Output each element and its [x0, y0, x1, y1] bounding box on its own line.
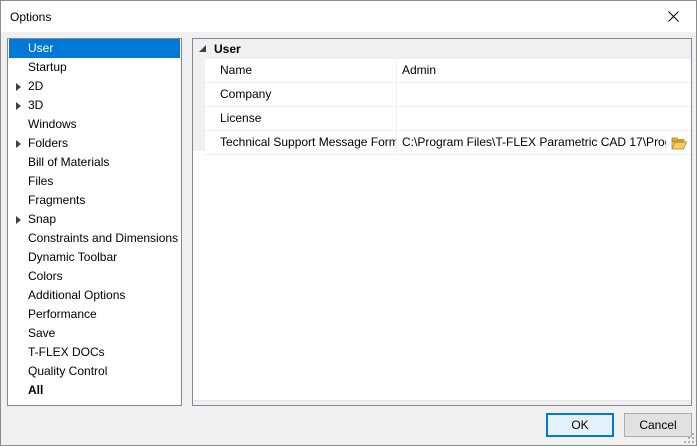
resize-grip-icon[interactable] — [684, 433, 694, 443]
expand-arrow-icon[interactable] — [14, 77, 22, 96]
expand-arrow-icon[interactable] — [14, 96, 22, 115]
property-value-text: C:\Program Files\T-FLEX Parametric CAD 1… — [402, 135, 666, 149]
tree-item-quality-control[interactable]: Quality Control — [8, 362, 181, 381]
tree-item-all[interactable]: All — [8, 381, 181, 400]
tree-item-files[interactable]: Files — [8, 172, 181, 191]
tree-item-t-flex-docs[interactable]: T-FLEX DOCs — [8, 343, 181, 362]
tree-item-label: Snap — [28, 212, 57, 226]
tree-item-snap[interactable]: Snap — [8, 210, 181, 229]
grid-category-label: User — [214, 42, 241, 56]
tree-item-label: Save — [28, 326, 56, 340]
tree-item-performance[interactable]: Performance — [8, 305, 181, 324]
grid-gutter — [193, 59, 205, 151]
close-button[interactable] — [650, 1, 696, 32]
property-row-license[interactable]: License — [205, 107, 691, 131]
tree-item-2d[interactable]: 2D — [8, 77, 181, 96]
property-value-field[interactable] — [398, 107, 691, 130]
grid-category-header[interactable]: User — [193, 39, 691, 59]
folder-open-icon — [671, 137, 687, 149]
tree-item-label: Performance — [28, 307, 97, 321]
options-dialog: Options User Startup 2D 3D Windows Folders Bil… — [0, 0, 697, 446]
tree-item-label: Fragments — [28, 193, 86, 207]
tree-item-label: 3D — [28, 98, 44, 112]
tree-item-label: All — [28, 383, 44, 397]
tree-item-label: Windows — [28, 117, 77, 131]
property-row-technical-support-message-form[interactable]: Technical Support Message Form C:\Program… — [205, 131, 691, 155]
property-row-company[interactable]: Company — [205, 83, 691, 107]
tree-item-label: User — [28, 41, 54, 55]
tree-item-label: Colors — [28, 269, 63, 283]
collapse-triangle-icon[interactable] — [199, 45, 206, 52]
dialog-title: Options — [10, 10, 52, 24]
tree-item-label: Quality Control — [28, 364, 108, 378]
expand-arrow-icon[interactable] — [14, 134, 22, 153]
tree-item-dynamic-toolbar[interactable]: Dynamic Toolbar — [8, 248, 181, 267]
tree-item-label: 2D — [28, 79, 44, 93]
property-name: Company — [205, 83, 397, 106]
property-name: Name — [205, 59, 397, 82]
tree-item-user[interactable]: User — [9, 39, 180, 58]
property-value-field[interactable] — [398, 83, 691, 106]
tree-item-label: Bill of Materials — [28, 155, 110, 169]
tree-item-fragments[interactable]: Fragments — [8, 191, 181, 210]
tree-item-label: Files — [28, 174, 54, 188]
property-name: License — [205, 107, 397, 130]
tree-item-windows[interactable]: Windows — [8, 115, 181, 134]
tree-item-additional-options[interactable]: Additional Options — [8, 286, 181, 305]
tree-item-label: Dynamic Toolbar — [28, 250, 118, 264]
tree-item-constraints-and-dimensions[interactable]: Constraints and Dimensions — [8, 229, 181, 248]
tree-item-label: Constraints and Dimensions — [28, 231, 179, 245]
property-value-field[interactable]: Admin — [398, 59, 691, 82]
tree-item-3d[interactable]: 3D — [8, 96, 181, 115]
tree-item-label: Startup — [28, 60, 67, 74]
options-category-tree[interactable]: User Startup 2D 3D Windows Folders Bill of Mat… — [7, 38, 182, 406]
tree-item-colors[interactable]: Colors — [8, 267, 181, 286]
tree-item-bill-of-materials[interactable]: Bill of Materials — [8, 153, 181, 172]
tree-item-startup[interactable]: Startup — [8, 58, 181, 77]
property-grid: User Name Admin Company License Technical Su… — [192, 38, 692, 406]
tree-item-label: Folders — [28, 136, 69, 150]
tree-item-save[interactable]: Save — [8, 324, 181, 343]
expand-arrow-icon[interactable] — [14, 210, 22, 229]
property-row-name[interactable]: Name Admin — [205, 59, 691, 83]
tree-item-folders[interactable]: Folders — [8, 134, 181, 153]
close-icon — [667, 11, 679, 22]
grid-description-splitter[interactable] — [193, 400, 691, 405]
tree-item-label: Additional Options — [28, 288, 126, 302]
property-value-text: Admin — [402, 63, 437, 77]
property-name: Technical Support Message Form — [205, 131, 397, 154]
property-value-field[interactable]: C:\Program Files\T-FLEX Parametric CAD 1… — [398, 131, 691, 154]
ok-button[interactable]: OK — [546, 413, 614, 437]
tree-item-label: T-FLEX DOCs — [28, 345, 105, 359]
cancel-button[interactable]: Cancel — [624, 413, 692, 437]
browse-folder-button[interactable] — [670, 134, 688, 151]
title-bar: Options — [1, 1, 696, 32]
